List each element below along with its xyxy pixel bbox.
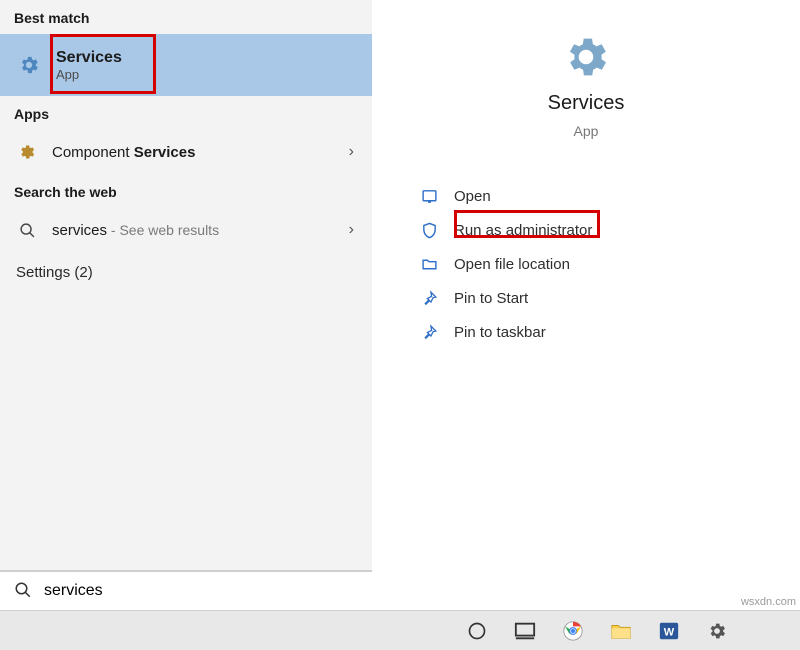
search-input[interactable]	[44, 582, 324, 600]
details-title: Services	[548, 92, 625, 115]
word-icon[interactable]: W	[656, 618, 682, 644]
watermark-text: wsxdn.com	[741, 596, 796, 608]
search-icon	[14, 581, 32, 602]
details-panel: Services App Open Run as administrator	[372, 0, 800, 610]
search-input-bar[interactable]	[0, 570, 372, 610]
chevron-right-icon[interactable]: ›	[349, 143, 354, 161]
svg-text:W: W	[664, 626, 675, 638]
action-label: Pin to Start	[454, 290, 528, 307]
pin-icon	[418, 290, 440, 307]
services-large-gear-icon	[559, 30, 613, 84]
search-web-header: Search the web	[0, 174, 372, 208]
chrome-icon[interactable]	[560, 618, 586, 644]
chevron-right-icon[interactable]: ›	[349, 221, 354, 239]
action-open-file-location[interactable]: Open file location	[418, 247, 800, 281]
task-view-icon[interactable]	[512, 618, 538, 644]
apps-header: Apps	[0, 96, 372, 130]
action-label: Open file location	[454, 256, 570, 273]
best-match-header: Best match	[0, 0, 372, 34]
pin-icon	[418, 324, 440, 341]
result-label: Component Services	[52, 144, 372, 161]
component-services-icon	[16, 143, 38, 161]
action-label: Pin to taskbar	[454, 324, 546, 341]
action-open[interactable]: Open	[418, 179, 800, 213]
settings-results-link[interactable]: Settings (2)	[0, 252, 372, 293]
annotation-highlight	[50, 34, 156, 94]
details-subtitle: App	[574, 123, 599, 139]
annotation-highlight	[454, 210, 600, 238]
folder-icon	[418, 256, 440, 273]
result-component-services[interactable]: Component Services ›	[0, 130, 372, 174]
result-label: services - See web results	[52, 222, 372, 239]
action-label: Open	[454, 188, 491, 205]
services-gear-icon	[16, 52, 42, 78]
open-icon	[418, 188, 440, 205]
action-run-as-admin[interactable]: Run as administrator	[418, 213, 800, 247]
search-icon	[16, 222, 38, 239]
shield-icon	[418, 222, 440, 239]
best-match-services[interactable]: Services App	[0, 34, 372, 96]
settings-gear-icon[interactable]	[704, 618, 730, 644]
result-web-search[interactable]: services - See web results ›	[0, 208, 372, 252]
action-pin-to-taskbar[interactable]: Pin to taskbar	[418, 315, 800, 349]
search-results-panel: Best match Services App Apps Component S…	[0, 0, 372, 610]
file-explorer-icon[interactable]	[608, 618, 634, 644]
cortana-icon[interactable]	[464, 618, 490, 644]
taskbar: W	[0, 610, 800, 650]
action-pin-to-start[interactable]: Pin to Start	[418, 281, 800, 315]
